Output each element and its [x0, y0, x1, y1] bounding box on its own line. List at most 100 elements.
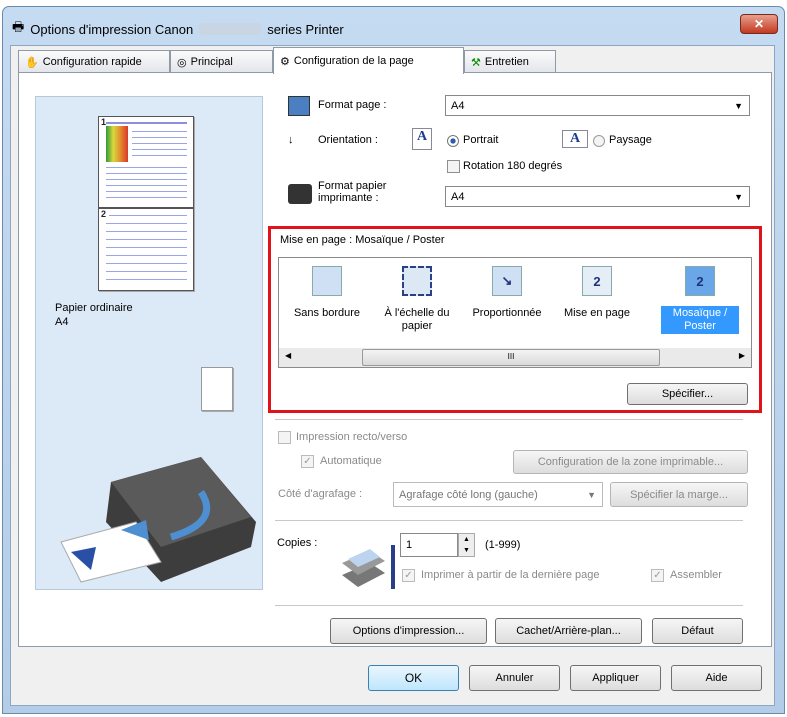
preview-page-1: 1: [98, 116, 194, 208]
stapling-select[interactable]: Agrafage côté long (gauche) ▼: [393, 482, 603, 507]
orientation-label: Orientation :: [318, 134, 378, 146]
chevron-down-icon: ▼: [734, 191, 743, 202]
spin-down-icon[interactable]: ▼: [459, 545, 474, 556]
print-area-button[interactable]: Configuration de la zone imprimable...: [513, 450, 748, 474]
tab-label: Entretien: [484, 56, 529, 68]
maintenance-icon: ⚒: [471, 56, 481, 69]
borderless-icon: [312, 266, 342, 296]
print-options-button[interactable]: Options d'impression...: [330, 618, 487, 644]
tab-maintenance[interactable]: ⚒ Entretien: [464, 50, 556, 73]
chevron-down-icon: ▼: [734, 100, 743, 111]
collate-checkbox[interactable]: ✓: [651, 569, 664, 582]
layout-item-label: À l'échelle du papier: [384, 307, 450, 332]
cancel-button[interactable]: Annuler: [469, 665, 560, 691]
label-line: Format papier: [318, 180, 387, 192]
layout-label: Mise en page : Mosaïque / Poster: [280, 234, 445, 246]
copies-range: (1-999): [485, 539, 521, 551]
portrait-radio[interactable]: [447, 135, 459, 147]
copies-label: Copies :: [277, 537, 318, 549]
portrait-label[interactable]: Portrait: [463, 134, 498, 146]
tab-quick-setup[interactable]: ✋ Configuration rapide: [18, 50, 170, 73]
fit-to-page-icon: [402, 266, 432, 296]
close-button[interactable]: ✕: [740, 14, 778, 34]
scroll-left-icon[interactable]: ◀: [285, 351, 291, 360]
specify-button[interactable]: Spécifier...: [627, 383, 748, 405]
label-line: imprimante :: [318, 192, 379, 204]
landscape-radio[interactable]: [593, 135, 605, 147]
paper-type-text: Papier ordinaire: [55, 302, 133, 314]
title-suffix: series Printer: [267, 21, 344, 37]
layout-item-label: Mise en page: [563, 307, 631, 319]
layout-item-label: Mosaïque / Poster: [661, 306, 739, 334]
reverse-order-label[interactable]: Imprimer à partir de la dernière page: [421, 569, 600, 581]
help-button[interactable]: Aide: [671, 665, 762, 691]
scaled-icon: ↘: [492, 266, 522, 296]
apply-button[interactable]: Appliquer: [570, 665, 661, 691]
tiling-poster-icon: 2: [685, 266, 715, 296]
spin-up-icon[interactable]: ▲: [459, 534, 474, 545]
layout-label-text: Mise en page :: [280, 234, 353, 246]
portrait-icon: A: [412, 128, 432, 150]
rotation-label[interactable]: Rotation 180 degrés: [463, 160, 562, 172]
title-prefix: Options d'impression Canon: [30, 21, 194, 37]
copies-stack-icon: [342, 545, 395, 589]
layout-item-fit-to-page[interactable]: À l'échelle du papier: [375, 258, 459, 346]
tab-label: Configuration de la page: [293, 55, 414, 67]
page-size-select[interactable]: A4 ▼: [445, 95, 750, 116]
preview-pane: 1 2 Papier ordinaire A4: [35, 96, 263, 590]
preview-image: [106, 126, 128, 162]
copies-input[interactable]: 1: [400, 533, 458, 557]
printer-paper-icon: [288, 184, 312, 204]
stapling-label: Côté d'agrafage :: [278, 488, 363, 500]
stamp-background-button[interactable]: Cachet/Arrière-plan...: [495, 618, 642, 644]
layout-item-label: Proportionnée: [472, 307, 542, 319]
page-setup-icon: ⚙: [280, 55, 290, 68]
tab-main[interactable]: ◎ Principal: [170, 50, 273, 73]
margin-button[interactable]: Spécifier la marge...: [610, 482, 748, 507]
layout-value: Mosaïque / Poster: [355, 234, 445, 246]
orientation-arrow-icon: ↓: [288, 134, 294, 146]
quick-setup-icon: ✋: [25, 56, 39, 69]
stapling-value: Agrafage côté long (gauche): [399, 488, 538, 501]
rotation-checkbox[interactable]: [447, 160, 460, 173]
tab-page-setup[interactable]: ⚙ Configuration de la page: [273, 47, 464, 74]
ok-button[interactable]: OK: [368, 665, 459, 691]
page-size-icon: [288, 96, 310, 116]
printer-illustration: [60, 457, 256, 583]
page-size-value: A4: [451, 99, 465, 112]
preview-page-2: 2: [98, 208, 194, 291]
paper-icon: [201, 367, 233, 411]
layout-item-page-layout[interactable]: 2 Mise en page: [555, 258, 639, 346]
page-number: 2: [101, 209, 107, 219]
reverse-order-checkbox[interactable]: ✓: [402, 569, 415, 582]
main-icon: ◎: [177, 56, 187, 69]
copies-spinner[interactable]: ▲ ▼: [458, 533, 475, 557]
defaults-button[interactable]: Défaut: [652, 618, 743, 644]
landscape-label[interactable]: Paysage: [609, 134, 652, 146]
scrollbar-thumb[interactable]: III: [362, 349, 660, 366]
collate-label[interactable]: Assembler: [670, 569, 722, 581]
horizontal-scrollbar[interactable]: ◀ III ▶: [279, 348, 751, 367]
auto-duplex-checkbox[interactable]: ✓: [301, 455, 314, 468]
landscape-icon: A: [562, 130, 588, 148]
auto-duplex-label[interactable]: Automatique: [320, 455, 382, 467]
layout-item-scaled[interactable]: ↘ Proportionnée: [465, 258, 549, 346]
layout-item-borderless[interactable]: Sans bordure: [285, 258, 369, 346]
scroll-right-icon[interactable]: ▶: [739, 351, 745, 360]
printer-paper-select[interactable]: A4 ▼: [445, 186, 750, 207]
duplex-checkbox[interactable]: [278, 431, 291, 444]
title-bar: 🖶 Options d'impression Canon series Prin…: [12, 18, 344, 40]
page-layout-icon: 2: [582, 266, 612, 296]
copies-value: 1: [406, 539, 413, 551]
layout-item-tiling-poster[interactable]: 2 Mosaïque / Poster: [661, 258, 739, 346]
layout-item-label: Sans bordure: [293, 307, 361, 319]
chevron-down-icon: ▼: [587, 489, 596, 500]
paper-size-text: A4: [55, 316, 69, 328]
redacted-model: [199, 23, 262, 35]
duplex-label[interactable]: Impression recto/verso: [296, 431, 407, 443]
printer-paper-label: Format papier imprimante :: [318, 180, 386, 204]
tab-label: Principal: [190, 56, 233, 68]
layout-listbox[interactable]: Sans bordure À l'échelle du papier ↘ Prop…: [278, 257, 752, 368]
tab-label: Configuration rapide: [42, 56, 142, 68]
page-size-label: Format page :: [318, 99, 387, 111]
